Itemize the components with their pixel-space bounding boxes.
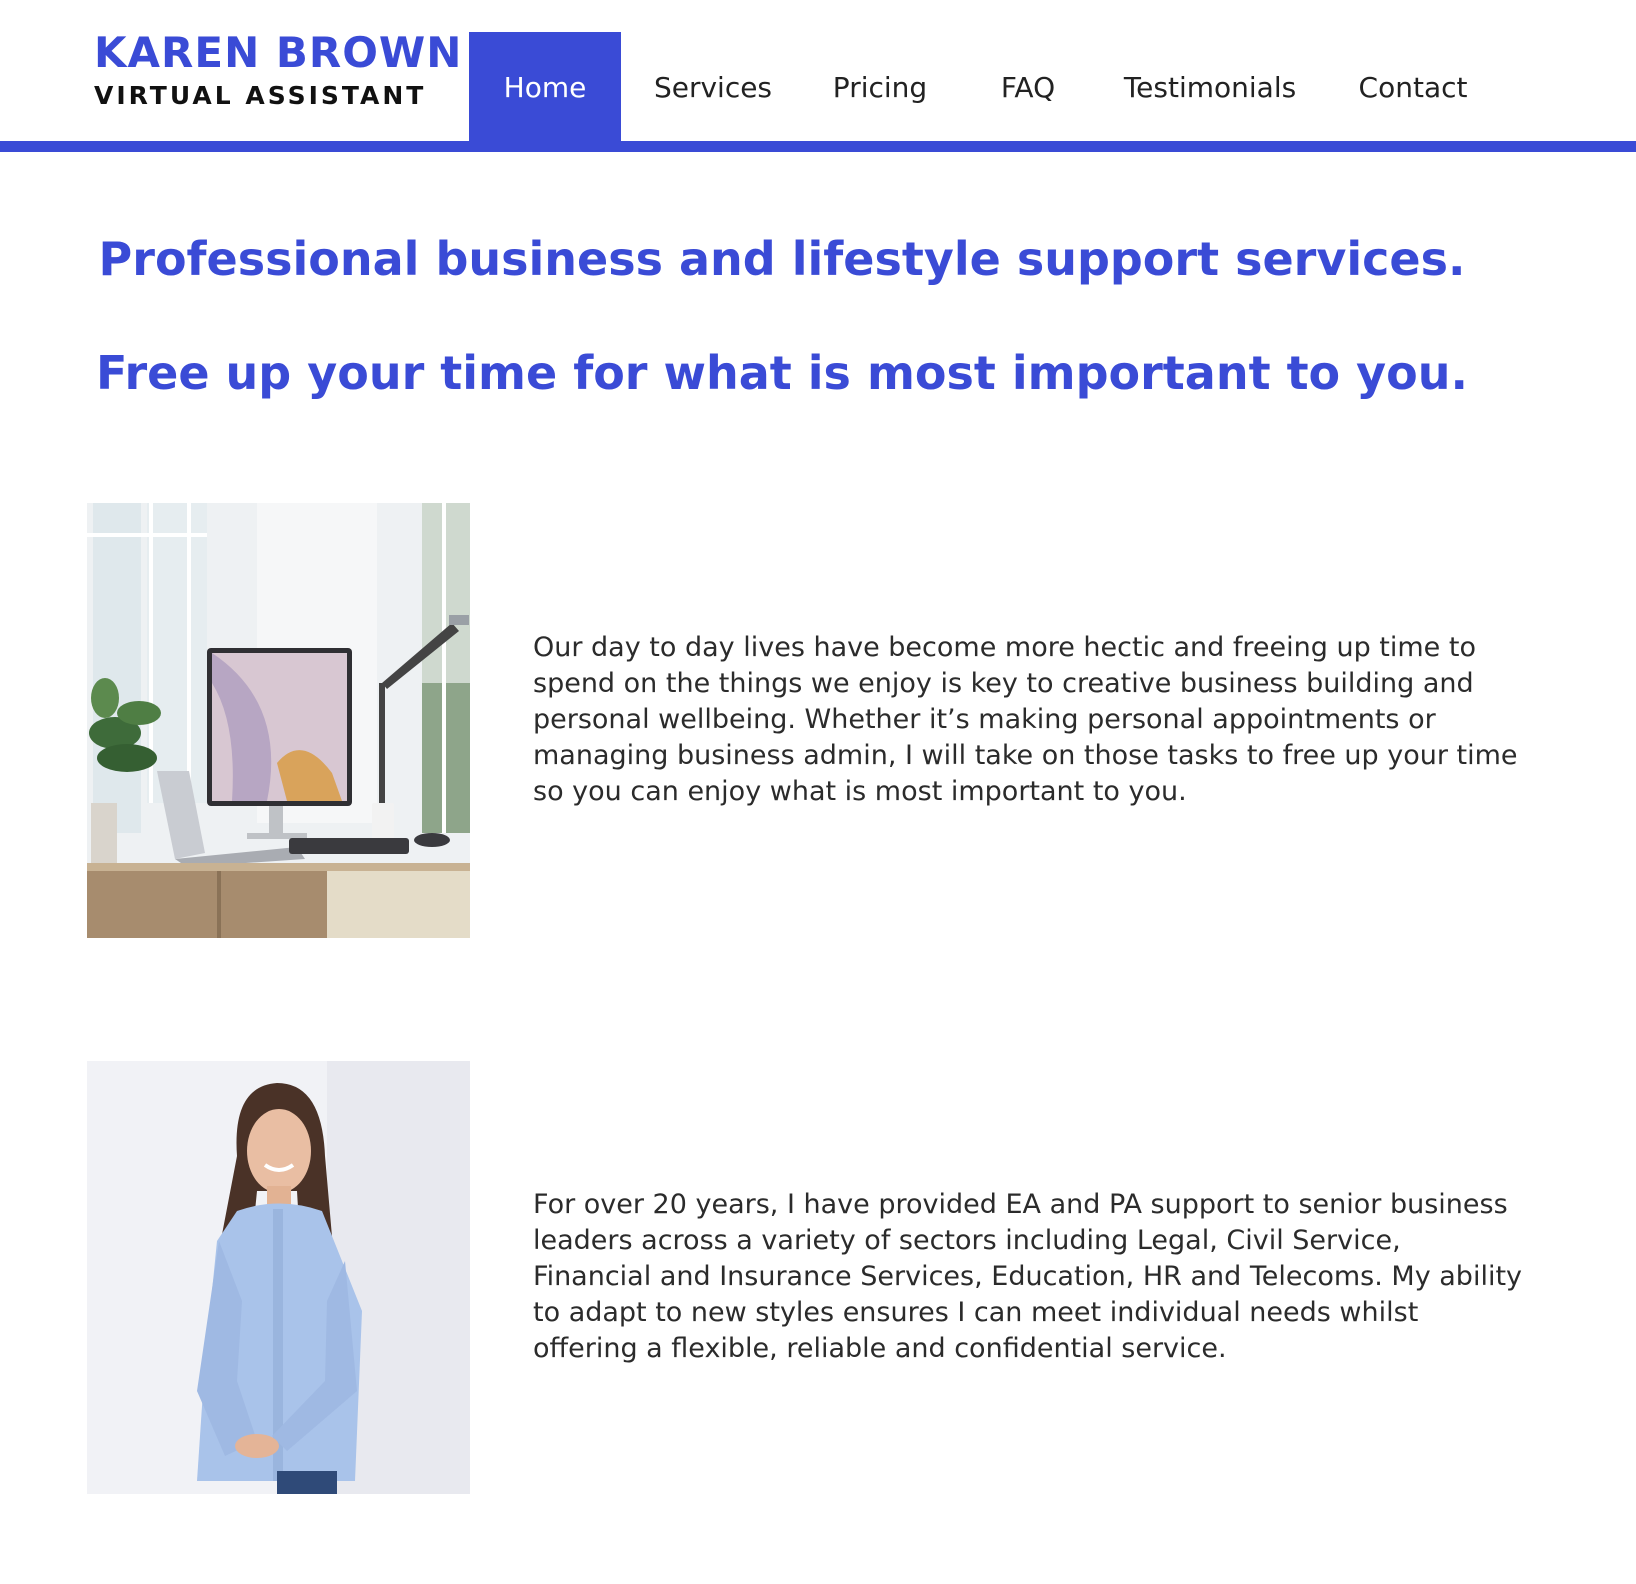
main-nav: Home Services Pricing FAQ Testimonials C… bbox=[469, 32, 1507, 142]
portrait-photo bbox=[87, 1061, 470, 1494]
home-office-desk-photo bbox=[87, 503, 470, 938]
hero-heading: Professional business and lifestyle supp… bbox=[98, 232, 1466, 286]
nav-item-contact[interactable]: Contact bbox=[1319, 32, 1507, 142]
nav-item-faq[interactable]: FAQ bbox=[955, 32, 1101, 142]
logo-name: KAREN BROWN bbox=[94, 28, 463, 77]
experience-paragraph: For over 20 years, I have provided EA an… bbox=[533, 1189, 1523, 1364]
site-logo[interactable]: KAREN BROWN VIRTUAL ASSISTANT bbox=[94, 28, 462, 112]
hero-subheading: Free up your time for what is most impor… bbox=[95, 346, 1468, 400]
nav-item-pricing[interactable]: Pricing bbox=[805, 32, 955, 142]
site-header: KAREN BROWN VIRTUAL ASSISTANT Home Servi… bbox=[0, 0, 1636, 152]
intro-paragraph: Our day to day lives have become more he… bbox=[533, 632, 1518, 807]
header-divider bbox=[0, 141, 1636, 152]
nav-item-home[interactable]: Home bbox=[469, 32, 621, 142]
nav-item-testimonials[interactable]: Testimonials bbox=[1101, 32, 1319, 142]
logo-tagline: VIRTUAL ASSISTANT bbox=[94, 81, 427, 110]
nav-item-services[interactable]: Services bbox=[621, 32, 805, 142]
